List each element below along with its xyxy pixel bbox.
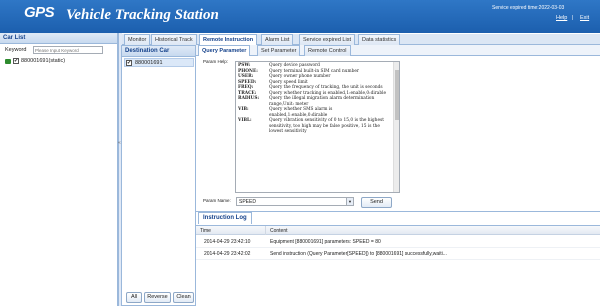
tab-set-parameter[interactable]: Set Parameter [257, 45, 301, 56]
service-expired-text: Service expired time:2022-03-03 [492, 5, 565, 11]
tab-instruction-log[interactable]: Instruction Log [198, 212, 252, 224]
send-button[interactable]: Send [361, 197, 392, 208]
destination-car-checkbox[interactable]: ✔ [126, 60, 132, 66]
instruction-sub-tabs: Query Parameter Set Parameter Remote Con… [196, 45, 600, 56]
param-help-row: VIBL: Query vibration sensitivity of 0 to… [238, 118, 390, 135]
log-content: Send instruction (Query Parameter[SPEED]… [270, 251, 447, 257]
tab-service-expired-list[interactable]: Service expired List [299, 34, 355, 45]
param-name-select[interactable]: SPEED ▼ [236, 197, 354, 206]
destination-car-panel: Destination Car ✔ 880001691 All Reverse … [121, 45, 196, 306]
param-help-description: Query the illegal migration alarm determ… [269, 96, 375, 107]
scrollbar-thumb[interactable] [395, 70, 399, 120]
column-divider [265, 226, 266, 235]
param-help-description: Query vibration sensitivity of 0 to 15,0… [269, 118, 384, 134]
log-row[interactable]: 2014-04-29 23:42:02 Send instruction (Qu… [196, 248, 600, 260]
tab-monitor[interactable]: Monitor [124, 34, 151, 45]
param-help-textarea[interactable]: PSW: Query device password PHONE: Query ter… [235, 61, 400, 193]
destination-car-label: 880001691 [135, 60, 163, 66]
param-help-scrollbar[interactable] [393, 62, 399, 192]
exit-link[interactable]: Exit [580, 15, 589, 21]
log-content: Equipment [880001691] parameters: SPEED … [270, 239, 381, 245]
param-help-description: Query whether SMS alarm is enabled,1:ena… [269, 107, 333, 118]
keyword-row: Keyword [0, 45, 118, 56]
tab-query-parameter[interactable]: Query Parameter [198, 45, 251, 56]
tab-remote-instruction[interactable]: Remote Instruction [199, 34, 258, 45]
dropdown-arrow-icon[interactable]: ▼ [346, 198, 353, 205]
car-item-label: 880001691(static) [21, 58, 66, 64]
keyword-search-input[interactable] [33, 46, 103, 54]
keyword-label: Keyword [5, 47, 27, 53]
main-tabs: Monitor Historical Track Remote Instruct… [122, 34, 600, 45]
tab-alarm-list[interactable]: Alarm List [261, 34, 294, 45]
log-time: 2014-04-29 23:42:02 [204, 251, 251, 257]
header-separator: | [572, 15, 574, 21]
param-name-label: Param Name: [203, 198, 231, 203]
car-list-panel: Car List Keyword ✔ 880001691(static) [0, 33, 118, 306]
car-icon [5, 59, 11, 64]
log-column-time: Time [200, 228, 211, 234]
tab-historical-track[interactable]: Historical Track [151, 34, 197, 45]
gps-logo: GPS [24, 4, 55, 21]
help-link[interactable]: Help [556, 15, 567, 21]
select-all-button[interactable]: All [126, 292, 142, 303]
param-help-row: RADIUS: Query the illegal migration alarm… [238, 96, 390, 107]
param-name-value: SPEED [239, 199, 256, 205]
app-title: Vehicle Tracking Station [66, 7, 219, 23]
reverse-button[interactable]: Reverse [144, 292, 171, 303]
param-help-content: PSW: Query device password PHONE: Query ter… [238, 63, 390, 135]
log-column-content: Content [270, 228, 288, 234]
tab-remote-control[interactable]: Remote Control [304, 45, 351, 56]
car-checkbox[interactable]: ✔ [13, 58, 19, 64]
log-time: 2014-04-29 23:42:10 [204, 239, 251, 245]
param-help-key: VIB: [238, 107, 249, 112]
log-row[interactable]: 2014-04-29 23:42:10 Equipment [880001691… [196, 236, 600, 248]
destination-car-item[interactable]: ✔ 880001691 [124, 58, 194, 67]
param-help-label: Param Help: [203, 59, 229, 64]
param-help-row: VIB: Query whether SMS alarm is enabled,1… [238, 107, 390, 118]
param-help-key: RADIUS: [238, 96, 260, 101]
log-table-header: Time Content [196, 225, 600, 235]
tab-data-statistics[interactable]: Data statistics [358, 34, 401, 45]
param-help-key: VIBL: [238, 118, 252, 123]
car-list-title: Car List [0, 33, 117, 44]
destination-car-title: Destination Car [122, 46, 195, 57]
clean-button[interactable]: Clean [173, 292, 194, 303]
